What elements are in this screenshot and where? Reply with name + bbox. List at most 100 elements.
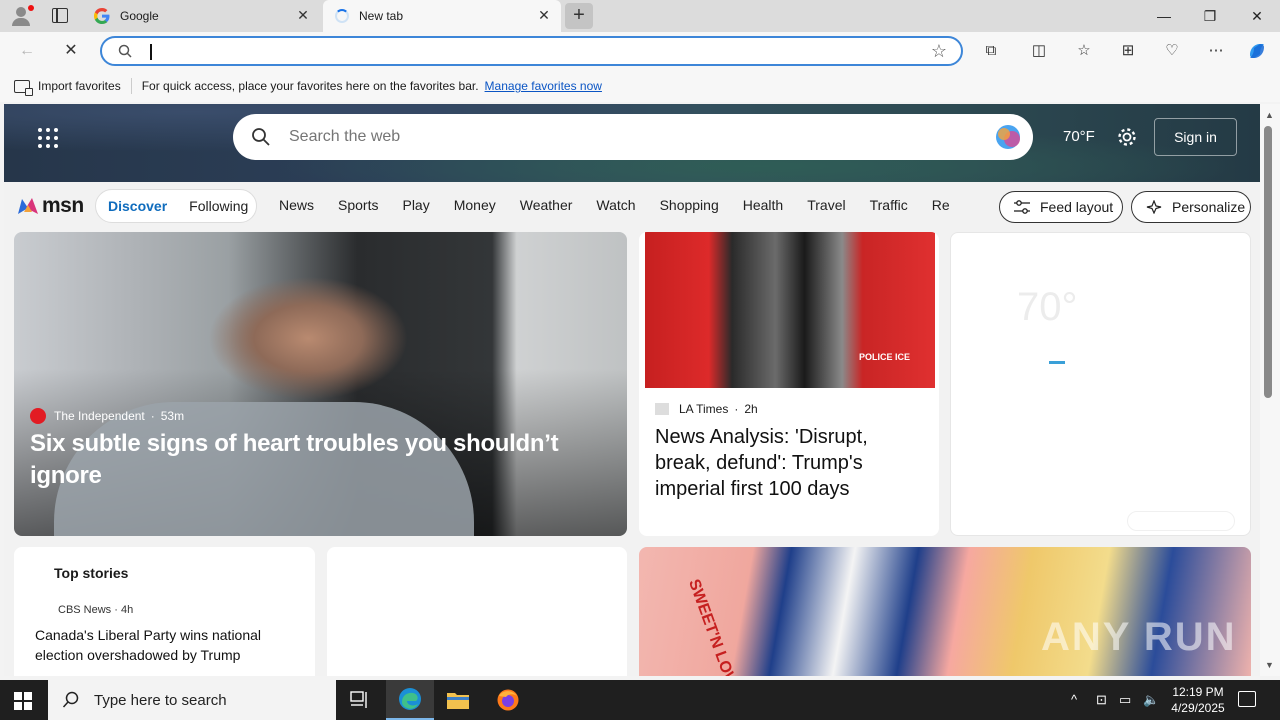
close-window-button[interactable]: ✕ <box>1234 0 1280 32</box>
page-scrollbar[interactable]: ▲ ▼ <box>1260 104 1280 676</box>
weather-temperature[interactable]: 70°F <box>1063 128 1095 145</box>
web-search-box[interactable] <box>233 114 1033 160</box>
file-explorer-icon[interactable] <box>434 680 482 720</box>
weather-card-placeholder <box>1127 511 1235 531</box>
browser-essentials-icon[interactable]: ♡ <box>1161 40 1183 62</box>
favorite-star-icon[interactable]: ☆ <box>931 41 947 62</box>
sliders-icon <box>1014 200 1030 214</box>
loading-icon <box>335 9 349 23</box>
story-source: CBS News · 4h <box>58 604 134 616</box>
favorites-icon[interactable]: ☆ <box>1073 40 1095 62</box>
nav-health[interactable]: Health <box>743 197 783 213</box>
photo-caption: POLICE ICE <box>859 352 911 362</box>
tab-actions-icon[interactable] <box>52 8 68 23</box>
scroll-up-icon[interactable]: ▲ <box>1265 110 1274 120</box>
navigation-bar: ← ✕ ☆ ⧉ ◫ ☆ ⊞ ♡ ⋯ <box>0 32 1280 70</box>
scrollbar-thumb[interactable] <box>1264 126 1272 398</box>
packet-label: SWEET'N LOW <box>685 577 740 676</box>
top-stories-card: Top stories CBS News · 4h Canada's Liber… <box>14 547 315 676</box>
search-icon <box>252 128 270 146</box>
news-card-la-times[interactable]: POLICE ICE LA Times · 2h News Analysis: … <box>639 232 939 536</box>
nav-real-estate[interactable]: Real E <box>932 197 949 213</box>
meet-now-icon[interactable]: ⊡ <box>1096 692 1107 708</box>
la-times-logo-icon <box>655 403 669 415</box>
tab-google[interactable]: Google ✕ <box>84 0 320 32</box>
show-hidden-icons-icon[interactable]: ^ <box>1071 692 1077 707</box>
clock-date: 4/29/2025 <box>1171 701 1225 715</box>
story-photo: POLICE ICE <box>645 232 935 388</box>
address-input[interactable] <box>152 41 912 63</box>
nav-sports[interactable]: Sports <box>338 197 378 213</box>
nav-traffic[interactable]: Traffic <box>870 197 908 213</box>
msn-butterfly-icon <box>18 198 38 214</box>
sparkle-star-icon <box>1146 200 1162 214</box>
scroll-down-icon[interactable]: ▼ <box>1265 660 1274 670</box>
nav-watch[interactable]: Watch <box>596 197 635 213</box>
weather-card[interactable]: 70° <box>950 232 1251 536</box>
split-screen-icon[interactable]: ◫ <box>1028 40 1050 62</box>
collections-icon[interactable]: ⊞ <box>1117 40 1139 62</box>
taskbar-search-placeholder: Type here to search <box>94 691 227 709</box>
personalize-button[interactable]: Personalize <box>1131 191 1251 223</box>
story-source: The Independent · 53m <box>30 408 184 424</box>
task-view-icon[interactable] <box>336 680 384 720</box>
top-stories-heading[interactable]: Top stories <box>54 565 128 581</box>
app-launcher-icon[interactable] <box>38 128 58 148</box>
empty-card <box>327 547 627 676</box>
copilot-icon[interactable] <box>1246 40 1268 62</box>
category-nav: News Sports Play Money Weather Watch Sho… <box>279 197 949 213</box>
more-menu-icon[interactable]: ⋯ <box>1205 40 1227 62</box>
copilot-search-icon[interactable] <box>993 123 1023 151</box>
new-tab-button[interactable]: + <box>565 3 593 29</box>
notifications-icon[interactable] <box>1238 691 1256 707</box>
web-search-input[interactable] <box>289 126 969 148</box>
stop-loading-icon[interactable]: ✕ <box>58 39 84 63</box>
network-icon[interactable]: ▭ <box>1119 692 1131 708</box>
nav-travel[interactable]: Travel <box>807 197 845 213</box>
favorites-bar: Import favorites For quick access, place… <box>0 70 1280 102</box>
msn-logo[interactable]: msn <box>16 194 84 218</box>
weather-card-temperature: 70° <box>1017 285 1078 329</box>
nav-money[interactable]: Money <box>454 197 496 213</box>
tab-following[interactable]: Following <box>189 198 248 214</box>
system-clock[interactable]: 12:19 PM 4/29/2025 <box>1168 684 1228 716</box>
feed-segment-control: Discover Following <box>95 189 257 223</box>
sweetener-story-card[interactable]: SWEET'N LOW ANY RUN <box>639 547 1251 676</box>
tab-discover[interactable]: Discover <box>108 198 167 214</box>
firefox-icon[interactable] <box>484 680 532 720</box>
settings-gear-icon[interactable] <box>1116 126 1138 148</box>
story-title[interactable]: News Analysis: 'Disrupt, break, defund':… <box>655 424 925 502</box>
feed-layout-button[interactable]: Feed layout <box>999 191 1123 223</box>
nav-shopping[interactable]: Shopping <box>660 197 719 213</box>
tab-label: Google <box>120 9 159 23</box>
story-age: 2h <box>744 402 758 416</box>
sign-in-button[interactable]: Sign in <box>1154 118 1237 156</box>
msn-page: 70°F Sign in msn Discover Following News… <box>4 104 1260 676</box>
clock-time: 12:19 PM <box>1172 685 1224 699</box>
tab-label: New tab <box>359 9 404 23</box>
tab-new-tab[interactable]: New tab ✕ <box>323 0 561 32</box>
profile-icon[interactable] <box>8 4 34 28</box>
nav-news[interactable]: News <box>279 197 314 213</box>
volume-icon[interactable]: 🔈 <box>1143 692 1159 708</box>
address-bar[interactable]: ☆ <box>100 36 963 66</box>
edge-browser-icon[interactable] <box>386 680 434 720</box>
extensions-icon[interactable]: ⧉ <box>980 40 1002 62</box>
import-favorites-icon <box>14 79 33 96</box>
minimize-button[interactable]: — <box>1141 0 1187 32</box>
manage-favorites-link[interactable]: Manage favorites now <box>485 79 602 93</box>
import-favorites-button[interactable]: Import favorites <box>38 79 121 93</box>
google-icon <box>94 8 110 24</box>
lead-story-title[interactable]: Six subtle signs of heart troubles you s… <box>30 428 590 492</box>
the-independent-logo-icon <box>30 408 46 424</box>
close-tab-icon[interactable]: ✕ <box>537 8 551 22</box>
nav-weather[interactable]: Weather <box>520 197 573 213</box>
restore-button[interactable]: ❐ <box>1187 0 1233 32</box>
nav-play[interactable]: Play <box>402 197 429 213</box>
taskbar-search-box[interactable]: Type here to search <box>48 680 336 720</box>
windows-start-icon[interactable] <box>14 692 32 710</box>
lead-story-card[interactable]: The Independent · 53m Six subtle signs o… <box>14 232 627 536</box>
story-title[interactable]: Canada's Liberal Party wins national ele… <box>35 625 295 665</box>
back-icon[interactable]: ← <box>14 39 40 63</box>
close-tab-icon[interactable]: ✕ <box>296 8 310 22</box>
